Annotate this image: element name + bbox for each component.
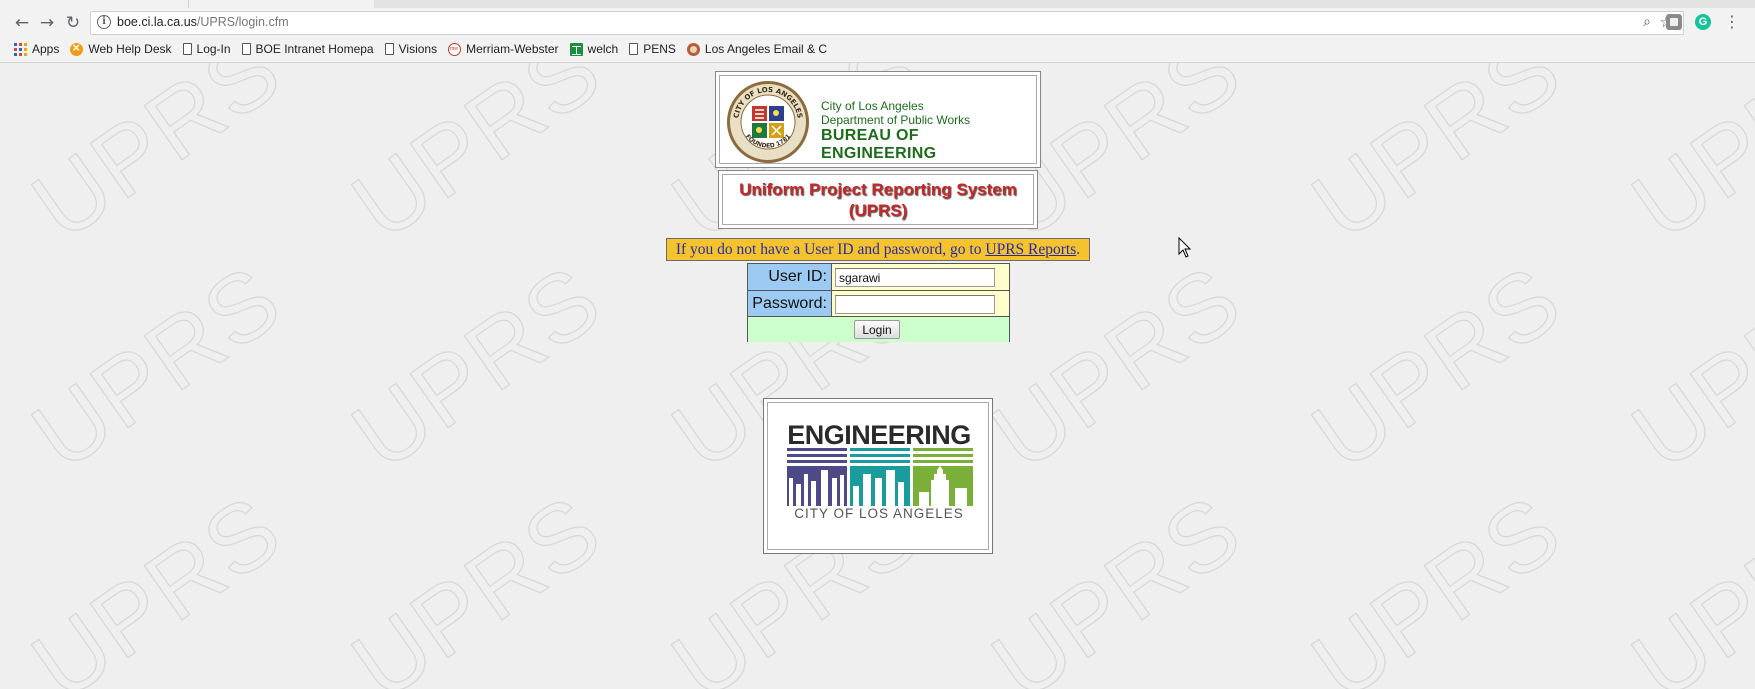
page-icon [384, 43, 394, 55]
password-label: Password: [748, 291, 832, 317]
url-path: /UPRS/login.cfm [196, 15, 289, 29]
uprs-watermark: UPRS [13, 474, 301, 689]
header-bureau: BUREAU OF ENGINEERING [821, 127, 937, 162]
bookmark-visions[interactable]: Visions [384, 42, 438, 56]
bookmark-label: PENS [643, 42, 676, 56]
engineering-logo-frame: ENGINEERING CITY OF LOS ANGELES [767, 402, 989, 550]
password-row: Password: [748, 290, 1009, 317]
uprs-watermark: UPRS [1293, 244, 1581, 491]
uprs-reports-link[interactable]: UPRS Reports [985, 241, 1076, 258]
bureau-header: CITY OF LOS ANGELES FOUNDED 1781 City of… [715, 71, 1041, 168]
system-title-frame: Uniform Project Reporting System (UPRS) [722, 174, 1034, 225]
tab-other[interactable] [188, 0, 374, 8]
system-title-box: Uniform Project Reporting System (UPRS) [718, 170, 1038, 229]
forward-arrow-icon[interactable]: → [35, 11, 59, 35]
kebab-menu-icon[interactable]: ⋮ [1724, 12, 1740, 32]
userid-input[interactable] [835, 268, 995, 287]
engineering-logo-box: ENGINEERING CITY OF LOS ANGELES [763, 398, 993, 554]
sheets-icon [569, 42, 583, 56]
bookmark-boe-intranet[interactable]: BOE Intranet Homepa [241, 42, 374, 56]
bookmark-apps[interactable]: Apps [14, 42, 59, 56]
uprs-watermark: UPRS [13, 244, 301, 491]
site-info-icon[interactable]: i [97, 15, 111, 29]
engineering-wordmark: ENGINEERING [787, 420, 971, 450]
extension-icon[interactable] [1666, 14, 1682, 30]
la-skyline-logo [787, 448, 973, 506]
bookmark-label: Visions [398, 42, 438, 56]
uprs-watermark: UPRS [1293, 474, 1581, 689]
uprs-watermark: UPRS [1613, 244, 1755, 491]
bookmark-welch[interactable]: welch [569, 42, 619, 56]
notice-period: . [1076, 241, 1081, 258]
bookmark-label: Web Help Desk [88, 42, 172, 56]
grammarly-icon[interactable]: G [1695, 14, 1711, 30]
la-seal-icon [686, 42, 700, 56]
url-host: boe.ci.la.ca.us [117, 15, 197, 29]
userid-label: User ID: [748, 264, 832, 290]
tab-active[interactable] [0, 0, 188, 8]
url-text[interactable]: boe.ci.la.ca.us/UPRS/login.cfm [117, 15, 289, 29]
header-department: Department of Public Works [821, 113, 971, 127]
uprs-watermark: UPRS [13, 63, 301, 261]
bookmark-label: Los Angeles Email & C [704, 42, 827, 56]
bookmark-label: BOE Intranet Homepa [255, 42, 374, 56]
back-arrow-icon[interactable]: ← [10, 11, 34, 35]
bookmark-la-email[interactable]: Los Angeles Email & C [686, 42, 827, 56]
page-icon [241, 43, 251, 55]
userid-cell [832, 264, 1009, 290]
page-icon [182, 43, 192, 55]
bookmark-label: welch [587, 42, 619, 56]
browser-chrome: ← → ↻ i boe.ci.la.ca.us/UPRS/login.cfm ⌕… [0, 0, 1755, 63]
password-cell [832, 291, 1009, 317]
uprs-watermark: UPRS [1613, 474, 1755, 689]
login-button-row: Login [748, 316, 1009, 342]
uprs-watermark: UPRS [973, 244, 1261, 491]
system-title-line2: (UPRS) [848, 200, 908, 220]
uprs-watermark: UPRS [1293, 63, 1581, 261]
mouse-cursor-icon [1178, 237, 1192, 258]
no-account-notice: If you do not have a User ID and passwor… [666, 238, 1090, 261]
system-title: Uniform Project Reporting System (UPRS) [739, 179, 1017, 221]
notice-text: If you do not have a User ID and passwor… [675, 241, 986, 258]
bookmark-merriam-webster[interactable]: Merriam-Webster [448, 42, 559, 56]
reload-icon[interactable]: ↻ [61, 11, 85, 35]
system-title-line1: Uniform Project Reporting System [739, 179, 1017, 199]
apps-grid-icon [14, 42, 27, 56]
bookmark-log-in[interactable]: Log-In [182, 42, 231, 56]
page-content: UPRS UPRS UPRS UPRS UPRS UPRS UPRS UPRS UPRS UPRS… [0, 63, 1755, 689]
login-form: User ID: Password: Login [747, 263, 1010, 342]
uprs-watermark: UPRS [333, 63, 621, 261]
city-seal-logo: CITY OF LOS ANGELES FOUNDED 1781 [727, 81, 809, 163]
bookmark-web-help-desk[interactable]: Web Help Desk [70, 40, 172, 56]
address-bar[interactable]: i boe.ci.la.ca.us/UPRS/login.cfm ⌕ ☆ [90, 11, 1684, 35]
header-city: City of Los Angeles [821, 99, 924, 113]
bookmark-pens[interactable]: PENS [629, 42, 676, 56]
userid-row: User ID: [748, 264, 1009, 290]
tab-strip [0, 0, 1755, 8]
bureau-header-frame: CITY OF LOS ANGELES FOUNDED 1781 City of… [719, 75, 1037, 164]
page-icon [629, 43, 639, 55]
web-help-desk-icon [70, 40, 84, 56]
uprs-watermark: UPRS [1613, 63, 1755, 261]
engineering-city-text: CITY OF LOS ANGELES [794, 506, 964, 521]
login-button[interactable]: Login [854, 320, 900, 339]
uprs-watermark: UPRS [973, 474, 1261, 689]
zoom-icon[interactable]: ⌕ [1643, 14, 1651, 30]
bookmark-label: Apps [32, 42, 60, 56]
bookmark-label: Merriam-Webster [466, 42, 559, 56]
bookmark-label: Log-In [196, 42, 231, 56]
bookmarks-bar: Apps Web Help Desk Log-In BOE Intranet H… [14, 40, 838, 58]
merriam-webster-icon [448, 42, 462, 56]
uprs-watermark: UPRS [333, 474, 621, 689]
password-input[interactable] [835, 295, 995, 314]
uprs-watermark: UPRS [333, 244, 621, 491]
